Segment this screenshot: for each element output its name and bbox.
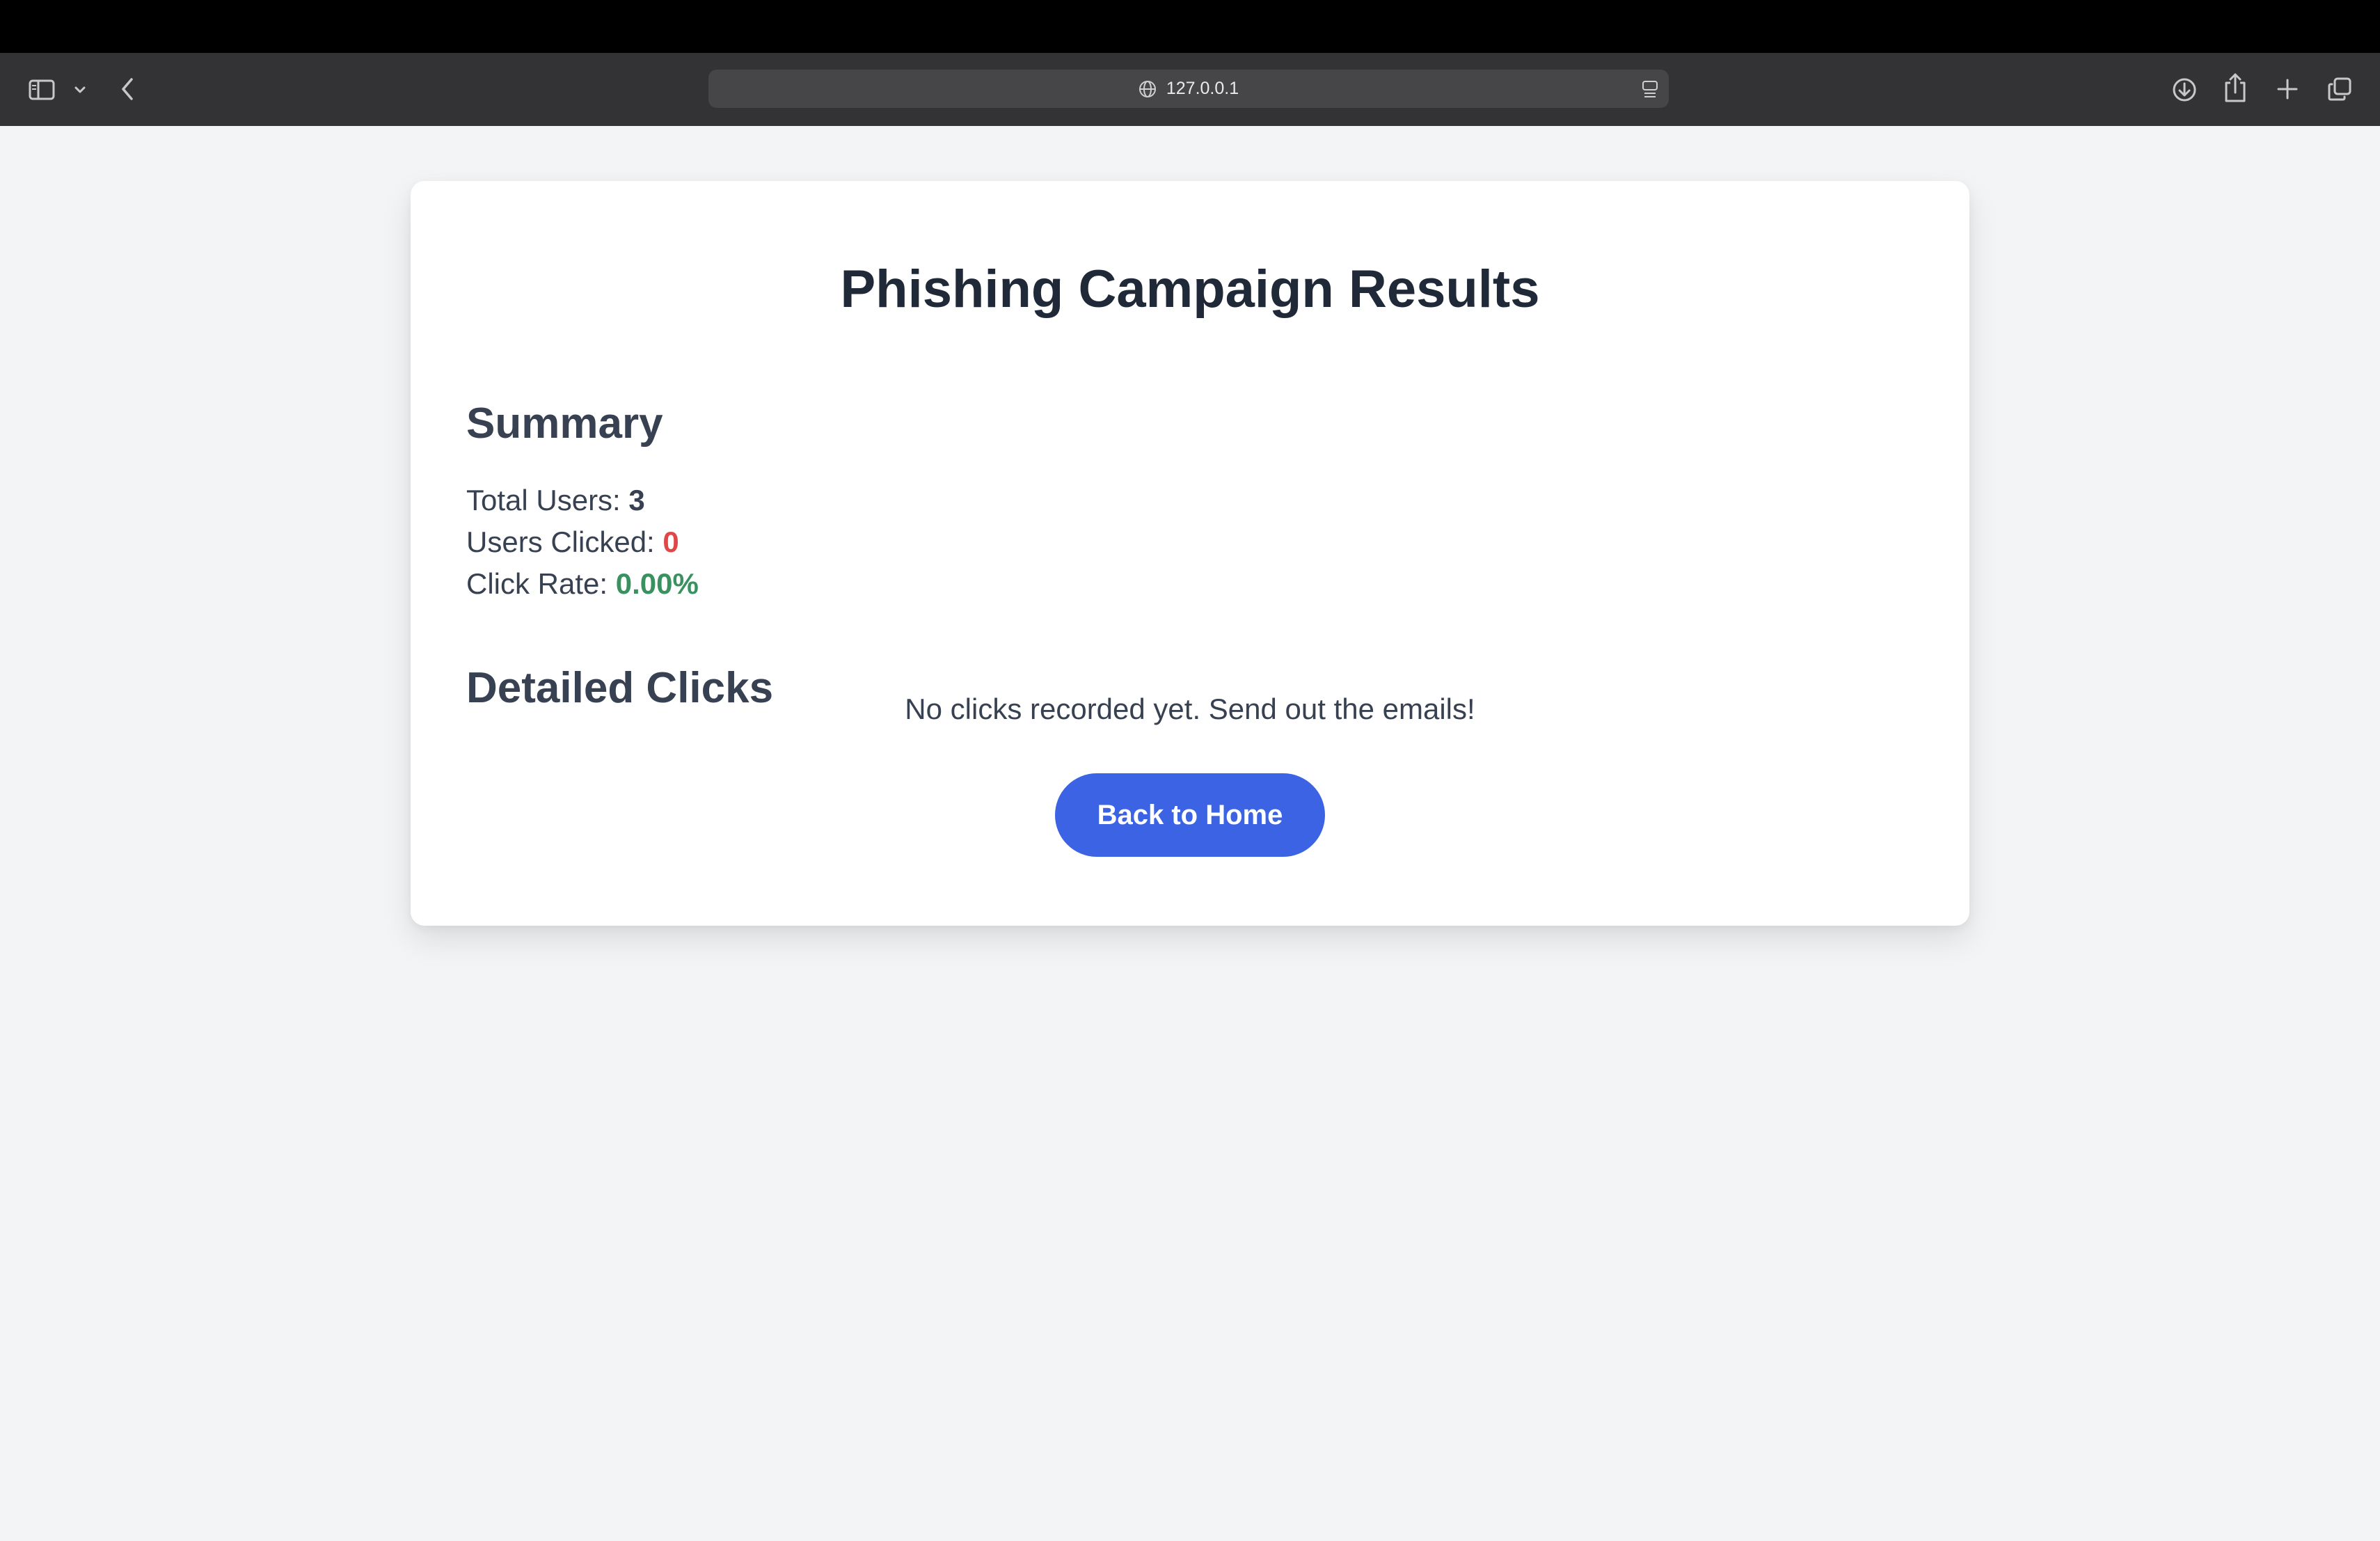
click-rate-label: Click Rate: — [466, 567, 608, 600]
back-to-home-button[interactable]: Back to Home — [1055, 773, 1325, 857]
share-icon[interactable] — [2221, 71, 2249, 104]
results-card: Phishing Campaign Results Summary Total … — [411, 181, 1969, 926]
click-rate-stat: Click Rate: 0.00% — [466, 569, 699, 599]
address-bar[interactable]: 127.0.0.1 — [708, 70, 1669, 108]
total-users-value: 3 — [628, 484, 645, 516]
download-icon[interactable] — [2170, 75, 2199, 104]
users-clicked-stat: Users Clicked: 0 — [466, 528, 679, 557]
url-text: 127.0.0.1 — [1166, 79, 1239, 98]
summary-heading: Summary — [466, 400, 663, 448]
click-rate-value: 0.00% — [615, 567, 699, 600]
users-clicked-label: Users Clicked: — [466, 525, 655, 558]
total-users-stat: Total Users: 3 — [466, 486, 645, 515]
tabs-icon[interactable] — [2326, 75, 2354, 103]
chevron-left-icon[interactable] — [117, 75, 138, 103]
sidebar-icon[interactable] — [28, 76, 56, 104]
browser-toolbar: 127.0.0.1 — [0, 53, 2380, 126]
page-title: Phishing Campaign Results — [840, 260, 1540, 319]
chevron-down-icon[interactable] — [71, 81, 89, 99]
page-content: Phishing Campaign Results Summary Total … — [0, 126, 2380, 1541]
globe-icon — [1139, 80, 1157, 98]
screen-top-bar — [0, 0, 2380, 53]
total-users-label: Total Users: — [466, 484, 621, 516]
users-clicked-value: 0 — [663, 525, 679, 558]
reader-icon[interactable] — [1640, 79, 1660, 99]
plus-icon[interactable] — [2274, 76, 2301, 102]
no-clicks-message: No clicks recorded yet. Send out the ema… — [905, 693, 1475, 725]
